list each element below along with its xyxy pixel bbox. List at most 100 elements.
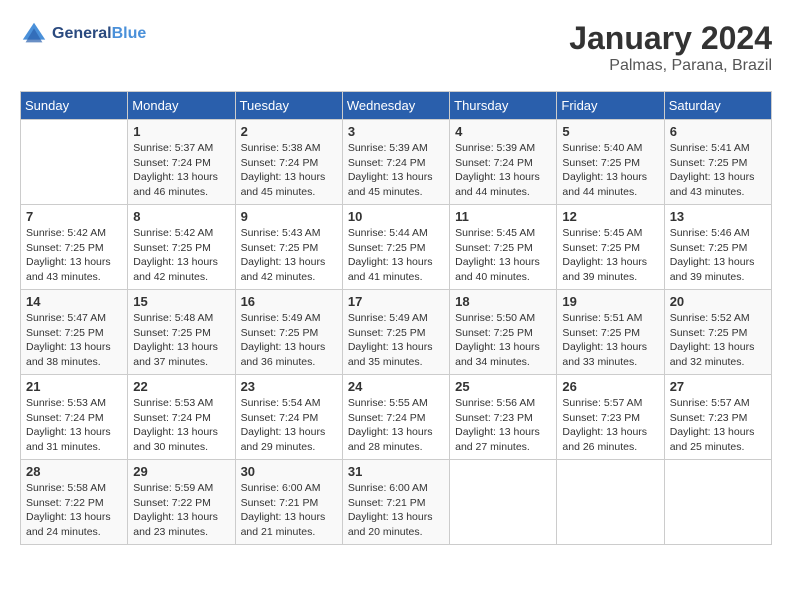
calendar-cell: 19Sunrise: 5:51 AM Sunset: 7:25 PM Dayli… (557, 290, 664, 375)
day-info: Sunrise: 5:58 AM Sunset: 7:22 PM Dayligh… (26, 481, 122, 540)
col-friday: Friday (557, 92, 664, 120)
calendar-cell: 5 Sunrise: 5:40 AM Sunset: 7:25 PM Daylig… (557, 120, 664, 205)
day-number: 27 (670, 379, 766, 394)
day-info: Sunrise: 5:55 AM Sunset: 7:24 PM Dayligh… (348, 396, 444, 455)
logo-icon (20, 20, 48, 48)
calendar-cell: 16 Sunrise: 5:49 AM Sunset: 7:25 PM Dayli… (235, 290, 342, 375)
day-number: 16 (241, 294, 337, 309)
calendar-cell: 7Sunrise: 5:42 AM Sunset: 7:25 PM Daylig… (21, 205, 128, 290)
day-info: Sunrise: 5:47 AM Sunset: 7:25 PM Dayligh… (26, 311, 122, 370)
day-number: 4 (455, 124, 551, 139)
day-info: Sunrise: 5:49 AM Sunset: 7:25 PM Dayligh… (348, 311, 444, 370)
day-info: Sunrise: 5:51 AM Sunset: 7:25 PM Dayligh… (562, 311, 658, 370)
calendar-cell: 14 Sunrise: 5:47 AM Sunset: 7:25 PM Dayli… (21, 290, 128, 375)
day-info: Sunrise: 5:42 AM Sunset: 7:25 PM Dayligh… (26, 226, 122, 285)
day-number: 11 (455, 209, 551, 224)
calendar-week-2: 7Sunrise: 5:42 AM Sunset: 7:25 PM Daylig… (21, 205, 772, 290)
calendar-table: Sunday Monday Tuesday Wednesday Thursday… (20, 91, 772, 545)
day-number: 25 (455, 379, 551, 394)
calendar-cell (450, 460, 557, 545)
day-info: Sunrise: 5:46 AM Sunset: 7:25 PM Dayligh… (670, 226, 766, 285)
day-number: 1 (133, 124, 229, 139)
calendar-cell: 22Sunrise: 5:53 AM Sunset: 7:24 PM Dayli… (128, 375, 235, 460)
day-info: Sunrise: 5:52 AM Sunset: 7:25 PM Dayligh… (670, 311, 766, 370)
col-monday: Monday (128, 92, 235, 120)
day-info: Sunrise: 5:45 AM Sunset: 7:25 PM Dayligh… (455, 226, 551, 285)
calendar-cell (557, 460, 664, 545)
day-number: 29 (133, 464, 229, 479)
day-info: Sunrise: 5:50 AM Sunset: 7:25 PM Dayligh… (455, 311, 551, 370)
day-number: 15 (133, 294, 229, 309)
calendar-cell (21, 120, 128, 205)
day-info: Sunrise: 5:56 AM Sunset: 7:23 PM Dayligh… (455, 396, 551, 455)
calendar-week-5: 28 Sunrise: 5:58 AM Sunset: 7:22 PM Dayli… (21, 460, 772, 545)
day-number: 3 (348, 124, 444, 139)
day-number: 14 (26, 294, 122, 309)
day-number: 26 (562, 379, 658, 394)
calendar-cell: 6 Sunrise: 5:41 AM Sunset: 7:25 PM Daylig… (664, 120, 771, 205)
day-number: 20 (670, 294, 766, 309)
calendar-cell: 11 Sunrise: 5:45 AM Sunset: 7:25 PM Dayli… (450, 205, 557, 290)
day-info: Sunrise: 5:57 AM Sunset: 7:23 PM Dayligh… (562, 396, 658, 455)
col-thursday: Thursday (450, 92, 557, 120)
day-number: 10 (348, 209, 444, 224)
calendar-cell: 17 Sunrise: 5:49 AM Sunset: 7:25 PM Dayli… (342, 290, 449, 375)
day-number: 2 (241, 124, 337, 139)
day-info: Sunrise: 5:53 AM Sunset: 7:24 PM Dayligh… (26, 396, 122, 455)
day-info: Sunrise: 5:54 AM Sunset: 7:24 PM Dayligh… (241, 396, 337, 455)
day-number: 13 (670, 209, 766, 224)
day-info: Sunrise: 5:39 AM Sunset: 7:24 PM Dayligh… (455, 141, 551, 200)
day-info: Sunrise: 5:44 AM Sunset: 7:25 PM Dayligh… (348, 226, 444, 285)
page-header: GeneralBlue January 2024 Palmas, Parana,… (20, 20, 772, 75)
day-info: Sunrise: 5:49 AM Sunset: 7:25 PM Dayligh… (241, 311, 337, 370)
day-number: 18 (455, 294, 551, 309)
calendar-week-3: 14 Sunrise: 5:47 AM Sunset: 7:25 PM Dayli… (21, 290, 772, 375)
calendar-cell: 2 Sunrise: 5:38 AM Sunset: 7:24 PM Daylig… (235, 120, 342, 205)
day-number: 30 (241, 464, 337, 479)
calendar-cell: 25 Sunrise: 5:56 AM Sunset: 7:23 PM Dayli… (450, 375, 557, 460)
calendar-subtitle: Palmas, Parana, Brazil (569, 57, 772, 75)
calendar-cell: 29 Sunrise: 5:59 AM Sunset: 7:22 PM Dayli… (128, 460, 235, 545)
day-number: 8 (133, 209, 229, 224)
calendar-cell: 13 Sunrise: 5:46 AM Sunset: 7:25 PM Dayli… (664, 205, 771, 290)
day-number: 17 (348, 294, 444, 309)
calendar-cell: 18 Sunrise: 5:50 AM Sunset: 7:25 PM Dayli… (450, 290, 557, 375)
day-number: 12 (562, 209, 658, 224)
day-info: Sunrise: 5:37 AM Sunset: 7:24 PM Dayligh… (133, 141, 229, 200)
day-number: 5 (562, 124, 658, 139)
day-number: 31 (348, 464, 444, 479)
day-info: Sunrise: 5:38 AM Sunset: 7:24 PM Dayligh… (241, 141, 337, 200)
calendar-week-4: 21 Sunrise: 5:53 AM Sunset: 7:24 PM Dayli… (21, 375, 772, 460)
day-number: 28 (26, 464, 122, 479)
calendar-cell: 26 Sunrise: 5:57 AM Sunset: 7:23 PM Dayli… (557, 375, 664, 460)
calendar-cell: 9 Sunrise: 5:43 AM Sunset: 7:25 PM Daylig… (235, 205, 342, 290)
day-info: Sunrise: 5:40 AM Sunset: 7:25 PM Dayligh… (562, 141, 658, 200)
day-number: 23 (241, 379, 337, 394)
title-section: January 2024 Palmas, Parana, Brazil (569, 20, 772, 75)
calendar-cell: 20 Sunrise: 5:52 AM Sunset: 7:25 PM Dayli… (664, 290, 771, 375)
calendar-cell: 10 Sunrise: 5:44 AM Sunset: 7:25 PM Dayli… (342, 205, 449, 290)
calendar-cell: 15 Sunrise: 5:48 AM Sunset: 7:25 PM Dayli… (128, 290, 235, 375)
day-info: Sunrise: 5:39 AM Sunset: 7:24 PM Dayligh… (348, 141, 444, 200)
day-info: Sunrise: 5:48 AM Sunset: 7:25 PM Dayligh… (133, 311, 229, 370)
calendar-cell: 23 Sunrise: 5:54 AM Sunset: 7:24 PM Dayli… (235, 375, 342, 460)
day-info: Sunrise: 5:59 AM Sunset: 7:22 PM Dayligh… (133, 481, 229, 540)
day-number: 24 (348, 379, 444, 394)
day-number: 6 (670, 124, 766, 139)
day-info: Sunrise: 5:43 AM Sunset: 7:25 PM Dayligh… (241, 226, 337, 285)
col-tuesday: Tuesday (235, 92, 342, 120)
calendar-cell: 12 Sunrise: 5:45 AM Sunset: 7:25 PM Dayli… (557, 205, 664, 290)
day-number: 21 (26, 379, 122, 394)
day-info: Sunrise: 6:00 AM Sunset: 7:21 PM Dayligh… (348, 481, 444, 540)
calendar-cell: 8Sunrise: 5:42 AM Sunset: 7:25 PM Daylig… (128, 205, 235, 290)
calendar-cell: 30Sunrise: 6:00 AM Sunset: 7:21 PM Dayli… (235, 460, 342, 545)
calendar-week-1: 1 Sunrise: 5:37 AM Sunset: 7:24 PM Daylig… (21, 120, 772, 205)
day-info: Sunrise: 5:41 AM Sunset: 7:25 PM Dayligh… (670, 141, 766, 200)
calendar-cell: 27 Sunrise: 5:57 AM Sunset: 7:23 PM Dayli… (664, 375, 771, 460)
day-number: 22 (133, 379, 229, 394)
calendar-cell: 1 Sunrise: 5:37 AM Sunset: 7:24 PM Daylig… (128, 120, 235, 205)
day-info: Sunrise: 5:45 AM Sunset: 7:25 PM Dayligh… (562, 226, 658, 285)
calendar-cell: 24 Sunrise: 5:55 AM Sunset: 7:24 PM Dayli… (342, 375, 449, 460)
day-info: Sunrise: 5:57 AM Sunset: 7:23 PM Dayligh… (670, 396, 766, 455)
day-number: 9 (241, 209, 337, 224)
